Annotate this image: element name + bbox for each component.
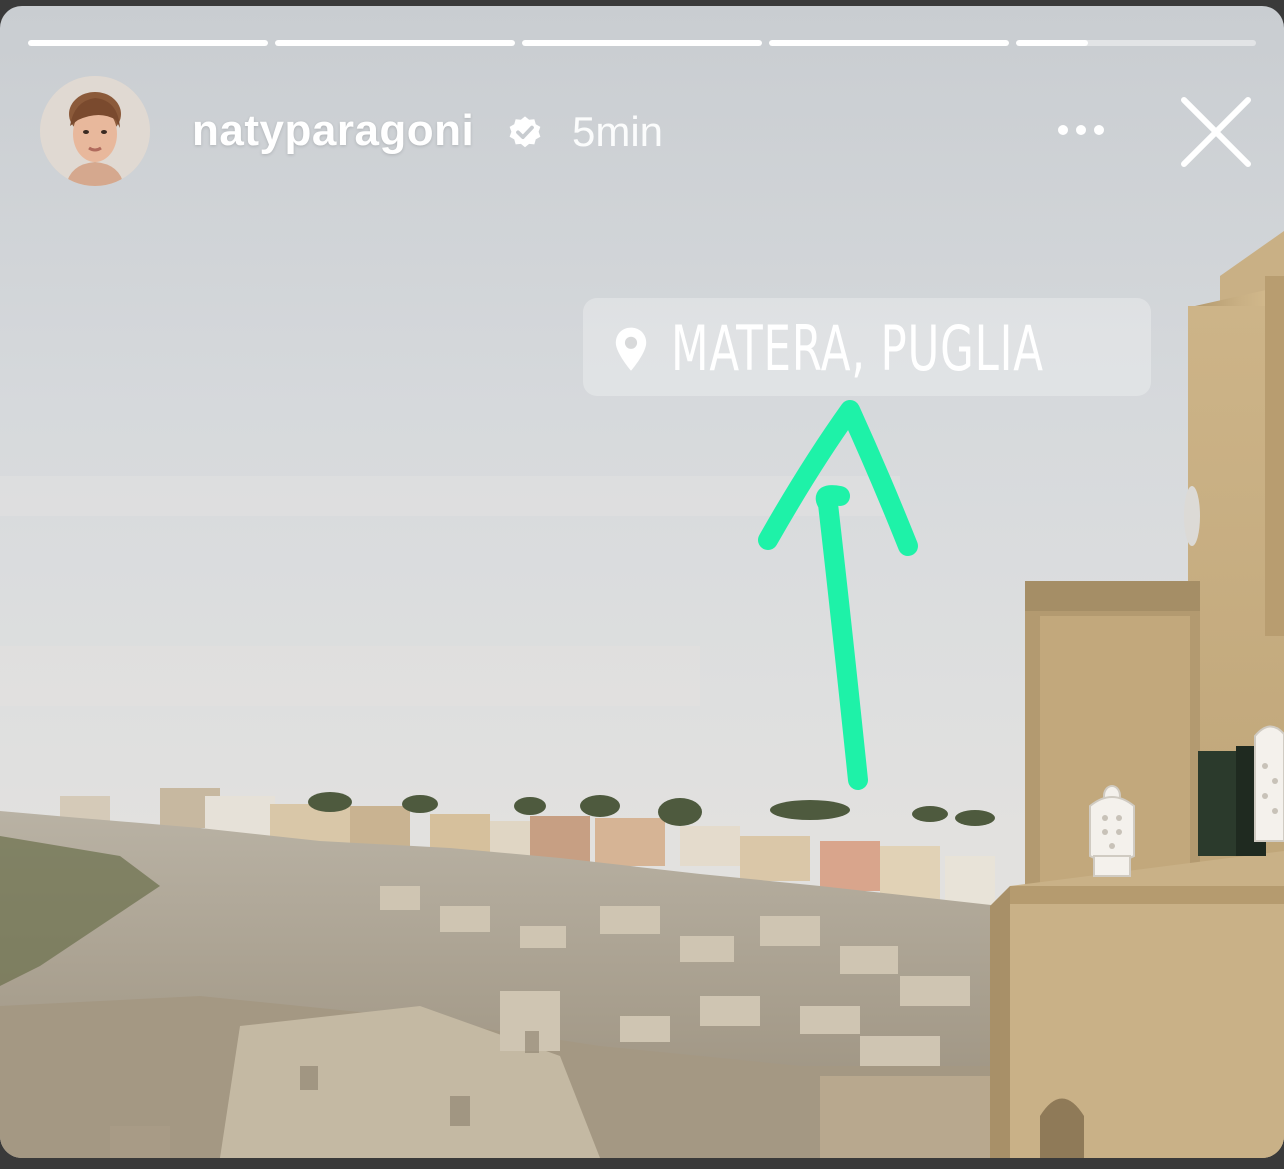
more-horizontal-icon (1058, 125, 1104, 135)
progress-segment-fill (522, 40, 762, 46)
progress-segment (522, 40, 762, 46)
close-icon (1181, 97, 1251, 167)
story-frame[interactable]: natyparagoni 5min MATERA, PUGLIA (0, 6, 1284, 1158)
post-time: 5min (572, 108, 664, 155)
drawn-arrow-annotation (758, 400, 918, 790)
progress-segment-fill (28, 40, 268, 46)
verified-badge-icon (509, 116, 541, 148)
bottom-edge (0, 1158, 1284, 1169)
story-progress-bar (28, 40, 1256, 48)
more-options-button[interactable] (1046, 110, 1116, 150)
progress-segment-fill (1016, 40, 1088, 46)
location-pin-icon (615, 327, 647, 371)
avatar[interactable] (40, 76, 150, 186)
progress-segment-fill (275, 40, 515, 46)
progress-segment (1016, 40, 1256, 46)
username[interactable]: natyparagoni (192, 106, 474, 156)
story-header: natyparagoni 5min (40, 76, 1256, 186)
progress-segment-fill (769, 40, 1009, 46)
story-viewer: natyparagoni 5min MATERA, PUGLIA (0, 0, 1284, 1169)
progress-segment (28, 40, 268, 46)
progress-segment (275, 40, 515, 46)
location-label: MATERA, PUGLIA (671, 312, 1044, 385)
progress-segment (769, 40, 1009, 46)
close-button[interactable] (1176, 92, 1256, 172)
location-sticker[interactable]: MATERA, PUGLIA (583, 298, 1151, 396)
